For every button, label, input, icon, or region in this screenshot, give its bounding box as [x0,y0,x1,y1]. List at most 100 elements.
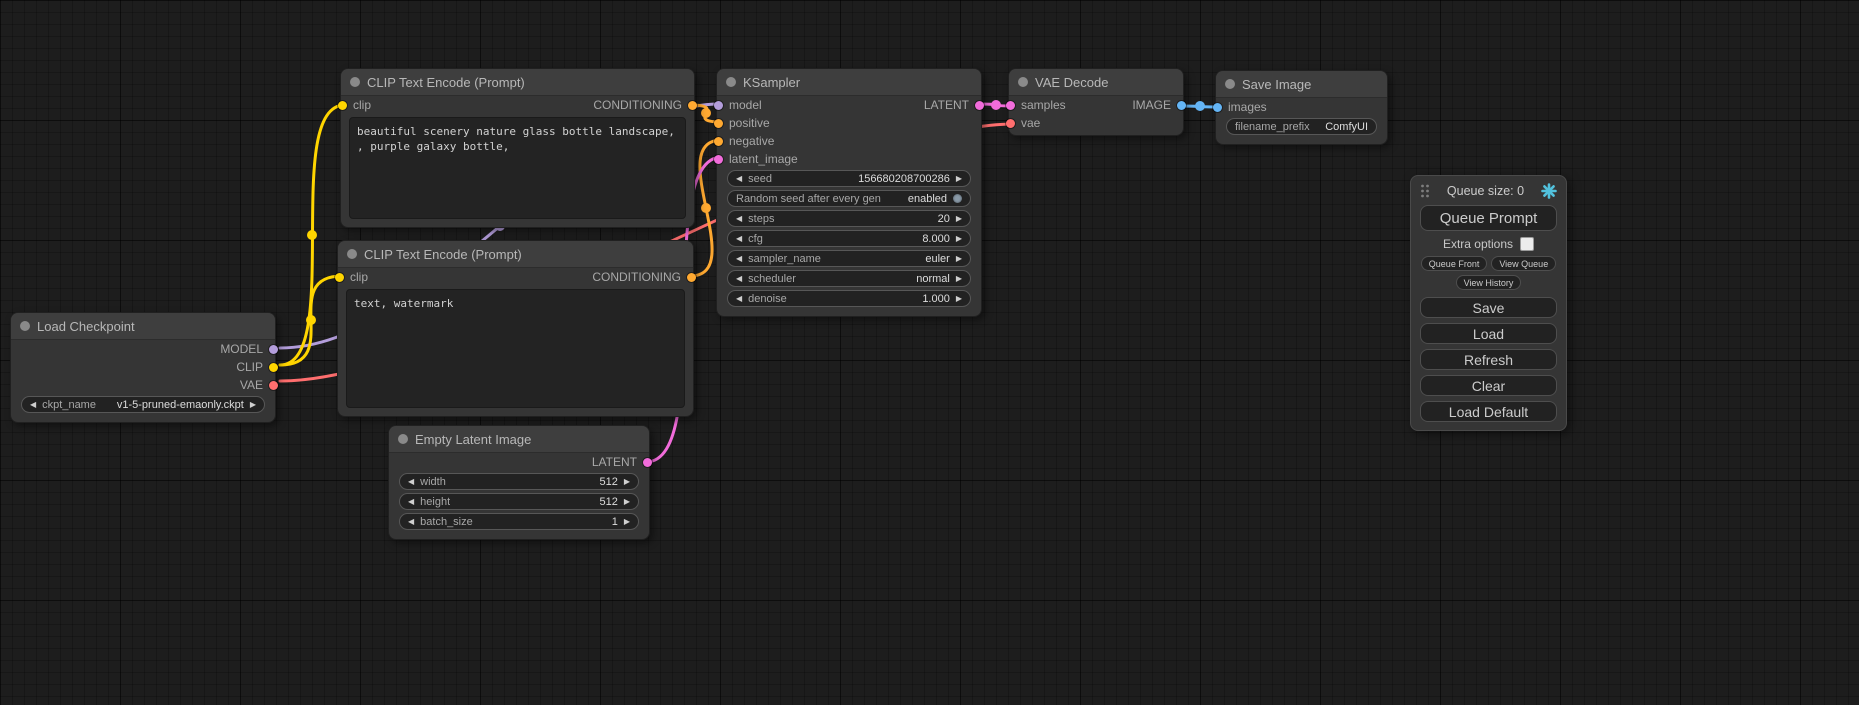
output-slot-conditioning[interactable] [687,273,696,282]
right-arrow-icon[interactable]: ▶ [624,498,630,506]
input-slot-model[interactable] [714,101,723,110]
queue-front-button[interactable]: Queue Front [1421,256,1488,271]
input-slot-clip[interactable] [335,273,344,282]
node-title-bar[interactable]: VAE Decode [1009,69,1183,96]
height-widget[interactable]: ◀ height 512 ▶ [399,493,639,510]
widget-label: filename_prefix [1235,121,1310,133]
steps-widget[interactable]: ◀ steps 20 ▶ [727,210,971,227]
right-arrow-icon[interactable]: ▶ [956,175,962,183]
node-title: CLIP Text Encode (Prompt) [364,247,522,262]
node-title-bar[interactable]: Load Checkpoint [11,313,275,340]
collapse-dot-icon[interactable] [726,77,736,87]
load-button[interactable]: Load [1420,323,1557,344]
drag-handle-icon[interactable] [1420,183,1430,199]
right-arrow-icon[interactable]: ▶ [250,401,256,409]
node-title: KSampler [743,75,800,90]
collapse-dot-icon[interactable] [350,77,360,87]
node-vae-decode[interactable]: VAE Decode samples IMAGE vae [1008,68,1184,136]
output-slot-conditioning[interactable] [688,101,697,110]
extra-options-checkbox[interactable] [1520,237,1534,251]
output-slot-image[interactable] [1177,101,1186,110]
node-title: Empty Latent Image [415,432,531,447]
output-label: LATENT [592,455,637,469]
left-arrow-icon[interactable]: ◀ [408,498,414,506]
node-ksampler[interactable]: KSampler model LATENT positive negative … [716,68,982,317]
left-arrow-icon[interactable]: ◀ [736,255,742,263]
width-widget[interactable]: ◀ width 512 ▶ [399,473,639,490]
right-arrow-icon[interactable]: ▶ [956,215,962,223]
input-slot-clip[interactable] [338,101,347,110]
right-arrow-icon[interactable]: ▶ [956,275,962,283]
left-arrow-icon[interactable]: ◀ [736,235,742,243]
output-label: CONDITIONING [593,98,682,112]
widget-value: 20 [938,213,950,225]
left-arrow-icon[interactable]: ◀ [736,275,742,283]
toggle-dot-icon[interactable] [953,194,962,203]
load-default-button[interactable]: Load Default [1420,401,1557,422]
input-slot-negative[interactable] [714,137,723,146]
collapse-dot-icon[interactable] [347,249,357,259]
left-arrow-icon[interactable]: ◀ [408,478,414,486]
widget-value: 8.000 [922,233,950,245]
random-seed-toggle[interactable]: Random seed after every gen enabled [727,190,971,207]
output-slot-model[interactable] [269,345,278,354]
left-arrow-icon[interactable]: ◀ [30,401,36,409]
widget-value: v1-5-pruned-emaonly.ckpt [117,399,244,411]
output-slot-vae[interactable] [269,381,278,390]
right-arrow-icon[interactable]: ▶ [624,478,630,486]
widget-label: steps [748,213,774,225]
collapse-dot-icon[interactable] [1018,77,1028,87]
save-button[interactable]: Save [1420,297,1557,318]
denoise-widget[interactable]: ◀ denoise 1.000 ▶ [727,290,971,307]
input-slot-positive[interactable] [714,119,723,128]
batch-size-widget[interactable]: ◀ batch_size 1 ▶ [399,513,639,530]
widget-label: seed [748,173,772,185]
node-title-bar[interactable]: Empty Latent Image [389,426,649,453]
node-clip-text-encode-positive[interactable]: CLIP Text Encode (Prompt) clip CONDITION… [340,68,695,228]
output-slot-clip[interactable] [269,363,278,372]
queue-prompt-button[interactable]: Queue Prompt [1420,205,1557,231]
input-slot-vae[interactable] [1006,119,1015,128]
node-title-bar[interactable]: CLIP Text Encode (Prompt) [338,241,693,268]
settings-gear-icon[interactable] [1541,183,1557,199]
node-save-image[interactable]: Save Image images filename_prefix ComfyU… [1215,70,1388,145]
left-arrow-icon[interactable]: ◀ [736,175,742,183]
prompt-textarea[interactable]: text, watermark [346,289,685,408]
cfg-widget[interactable]: ◀ cfg 8.000 ▶ [727,230,971,247]
left-arrow-icon[interactable]: ◀ [736,295,742,303]
collapse-dot-icon[interactable] [1225,79,1235,89]
node-title-bar[interactable]: KSampler [717,69,981,96]
left-arrow-icon[interactable]: ◀ [736,215,742,223]
ckpt-name-widget[interactable]: ◀ ckpt_name v1-5-pruned-emaonly.ckpt ▶ [21,396,265,413]
output-slot-latent[interactable] [643,458,652,467]
view-queue-button[interactable]: View Queue [1491,256,1556,271]
queue-menu-panel[interactable]: Queue size: 0 Queue Prompt Extra options… [1410,175,1567,431]
seed-widget[interactable]: ◀ seed 156680208700286 ▶ [727,170,971,187]
filename-prefix-widget[interactable]: filename_prefix ComfyUI [1226,118,1377,135]
node-clip-text-encode-negative[interactable]: CLIP Text Encode (Prompt) clip CONDITION… [337,240,694,417]
clear-button[interactable]: Clear [1420,375,1557,396]
widget-value: normal [916,273,950,285]
node-empty-latent-image[interactable]: Empty Latent Image LATENT ◀ width 512 ▶ … [388,425,650,540]
sampler-name-widget[interactable]: ◀ sampler_name euler ▶ [727,250,971,267]
right-arrow-icon[interactable]: ▶ [956,235,962,243]
refresh-button[interactable]: Refresh [1420,349,1557,370]
input-slot-latent-image[interactable] [714,155,723,164]
right-arrow-icon[interactable]: ▶ [956,295,962,303]
output-slot-latent[interactable] [975,101,984,110]
scheduler-widget[interactable]: ◀ scheduler normal ▶ [727,270,971,287]
input-slot-images[interactable] [1213,103,1222,112]
widget-value: 512 [599,476,617,488]
right-arrow-icon[interactable]: ▶ [956,255,962,263]
collapse-dot-icon[interactable] [20,321,30,331]
left-arrow-icon[interactable]: ◀ [408,518,414,526]
view-history-button[interactable]: View History [1456,275,1522,290]
node-title-bar[interactable]: CLIP Text Encode (Prompt) [341,69,694,96]
prompt-textarea[interactable]: beautiful scenery nature glass bottle la… [349,117,686,219]
collapse-dot-icon[interactable] [398,434,408,444]
right-arrow-icon[interactable]: ▶ [624,518,630,526]
widget-value: 1 [612,516,618,528]
node-title-bar[interactable]: Save Image [1216,71,1387,98]
input-slot-samples[interactable] [1006,101,1015,110]
node-load-checkpoint[interactable]: Load Checkpoint MODEL CLIP VAE ◀ ckpt_na… [10,312,276,423]
